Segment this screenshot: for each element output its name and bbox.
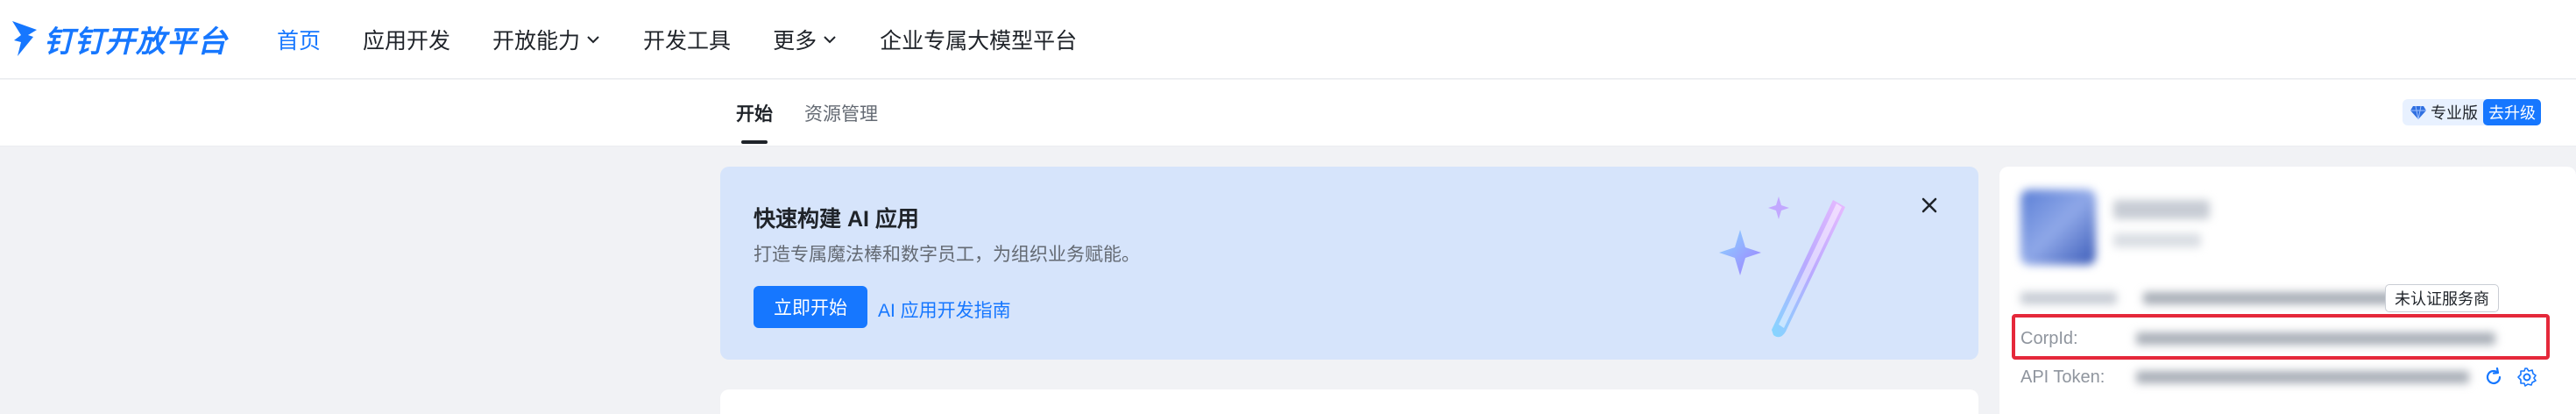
- refresh-icon[interactable]: [2483, 367, 2504, 388]
- ai-app-banner: 快速构建 AI 应用 打造专属魔法棒和数字员工，为组织业务赋能。 立即开始 AI…: [720, 167, 1978, 360]
- nav-label: 应用开发: [363, 29, 451, 54]
- org-subtitle-redacted: [2113, 233, 2201, 247]
- org-avatar: [2020, 189, 2096, 265]
- nav-item-open-capabilities[interactable]: 开放能力: [492, 24, 601, 55]
- settings-icon[interactable]: [2516, 367, 2537, 388]
- upgrade-button[interactable]: 去升级: [2483, 99, 2541, 125]
- magic-wand-icon: [1719, 196, 1845, 338]
- active-tab-indicator: [741, 140, 768, 144]
- tab-label: 开始: [736, 104, 773, 125]
- ai-dev-guide-link[interactable]: AI 应用开发指南: [878, 296, 1011, 323]
- org-name-redacted: [2113, 200, 2210, 219]
- corp-id-highlight-box: [2012, 314, 2550, 360]
- api-token-label: API Token:: [2020, 367, 2105, 387]
- brand-logo[interactable]: 钉钉开放平台: [9, 12, 228, 65]
- nav-item-home[interactable]: 首页: [277, 24, 321, 55]
- start-now-button[interactable]: 立即开始: [754, 286, 867, 328]
- nav-item-dev-tools[interactable]: 开发工具: [643, 24, 731, 55]
- dingtalk-logo-icon: [12, 21, 37, 56]
- nav-label: 开放能力: [492, 29, 581, 54]
- edition-label: 专业版: [2431, 104, 2478, 122]
- unverified-provider-badge: 未认证服务商: [2385, 284, 2499, 312]
- nav-label: 更多: [773, 29, 817, 54]
- main-nav: 首页 应用开发 开放能力 开发工具 更多 企业专属大模型平台: [277, 0, 1119, 79]
- banner-title: 快速构建 AI 应用: [754, 207, 919, 232]
- tab-start[interactable]: 开始: [736, 80, 773, 146]
- nav-item-app-dev[interactable]: 应用开发: [363, 24, 450, 55]
- diamond-icon: [2410, 105, 2426, 120]
- chevron-down-icon: [587, 36, 599, 44]
- org-row-1: [2020, 284, 2397, 312]
- banner-description: 打造专属魔法棒和数字员工，为组织业务赋能。: [754, 245, 1140, 265]
- brand-name: 钉钉开放平台: [44, 24, 228, 60]
- nav-label: 开发工具: [643, 29, 732, 54]
- sub-nav: 开始 资源管理: [0, 80, 2576, 146]
- api-token-value-redacted[interactable]: [2136, 371, 2469, 383]
- row-label-redacted: [2020, 292, 2117, 304]
- edition-badge[interactable]: 专业版 去升级: [2403, 99, 2541, 125]
- chevron-down-icon: [824, 36, 836, 44]
- nav-label: 首页: [277, 29, 322, 54]
- nav-item-enterprise-llm[interactable]: 企业专属大模型平台: [880, 24, 1077, 55]
- content-card: [720, 389, 1978, 414]
- tab-label: 资源管理: [804, 104, 878, 125]
- org-info-panel: 未认证服务商 CorpId: API Token:: [1999, 167, 2576, 414]
- tab-resource-management[interactable]: 资源管理: [804, 80, 878, 146]
- close-icon[interactable]: [1917, 193, 1942, 218]
- top-nav: 钉钉开放平台 首页 应用开发 开放能力 开发工具 更多 企业专属大模型平台: [0, 0, 2576, 79]
- api-token-row: API Token:: [2020, 363, 2537, 391]
- nav-item-more[interactable]: 更多: [773, 24, 838, 55]
- row-value-redacted: [2143, 292, 2397, 304]
- nav-label: 企业专属大模型平台: [880, 29, 1078, 54]
